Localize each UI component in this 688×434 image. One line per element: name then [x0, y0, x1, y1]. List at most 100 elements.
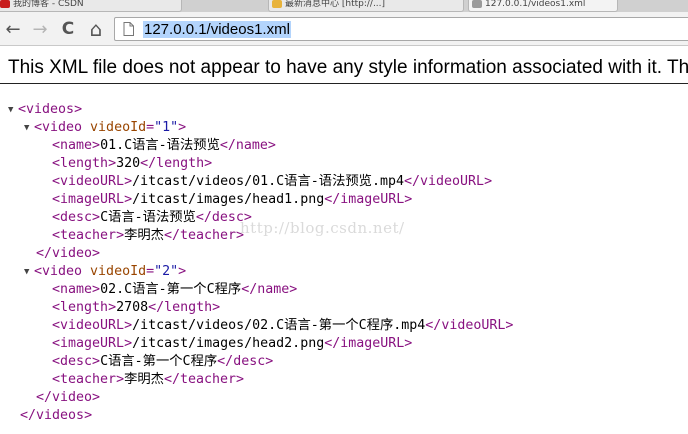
node-text: 02.C语言-第一个C程序: [100, 282, 242, 297]
browser-tab[interactable]: 最新消息中心 [http://...]: [268, 0, 464, 12]
xml-token: 1: [162, 120, 171, 135]
node-text: /itcast/images/head2.png: [132, 336, 325, 351]
open-tag: <videos>: [18, 102, 83, 117]
xml-token: videos: [26, 102, 75, 117]
node-text: 01.C语言-语法预览: [100, 138, 220, 153]
back-arrow-icon: ←: [5, 18, 21, 40]
xml-info-text: This XML file does not appear to have an…: [8, 57, 688, 78]
xml-token: name: [60, 282, 93, 297]
xml-token: name: [257, 282, 290, 297]
collapse-toggle-icon[interactable]: ▼: [24, 119, 34, 137]
xml-close-video: </video>: [36, 245, 100, 263]
xml-tag: <length>: [52, 300, 117, 315]
browser-tab-active[interactable]: 127.0.0.1/videos1.xml: [468, 0, 618, 12]
xml-tag: <videoURL>: [52, 174, 133, 189]
xml-field-videoURL: <videoURL>/itcast/videos/02.C语言-第一个C程序.m…: [52, 317, 513, 335]
xml-tag: </imageURL>: [324, 336, 413, 351]
xml-tag: </teacher>: [163, 372, 245, 387]
xml-token: imageURL: [60, 192, 125, 207]
xml-token: videoURL: [420, 174, 485, 189]
xml-field-imageURL: <imageURL>/itcast/images/head1.png</imag…: [52, 191, 412, 209]
xml-token: desc: [60, 354, 93, 369]
xml-tag: </length>: [148, 300, 221, 315]
node-text: /itcast/videos/01.C语言-语法预览.mp4: [132, 174, 404, 189]
xml-tag: </length>: [140, 156, 213, 171]
xml-token: length: [156, 156, 205, 171]
xml-tag: </desc>: [195, 210, 252, 225]
xml-token: desc: [60, 210, 93, 225]
xml-node-videos[interactable]: ▼ <videos>: [8, 101, 82, 119]
xml-tag: <length>: [52, 156, 117, 171]
xml-attr-name: videoId: [90, 264, 147, 279]
node-text: 李明杰: [124, 228, 164, 243]
page-icon: [123, 22, 134, 36]
xml-field-teacher: <teacher>李明杰</teacher>: [52, 227, 244, 245]
xml-tag: <name>: [52, 282, 101, 297]
xml-info-bar: This XML file does not appear to have an…: [0, 56, 688, 84]
page-favicon-icon: [472, 0, 482, 8]
xml-token: teacher: [179, 228, 237, 243]
collapse-toggle-icon[interactable]: ▼: [24, 263, 34, 281]
address-bar[interactable]: 127.0.0.1/videos1.xml: [114, 17, 688, 41]
xml-close-videos: </videos>: [20, 407, 92, 425]
reload-icon: C: [61, 19, 75, 39]
xml-tag: </name>: [219, 138, 276, 153]
xml-token: imageURL: [60, 336, 125, 351]
xml-node-video[interactable]: ▼ <video videoId="1">: [24, 119, 186, 137]
xml-tag: </desc>: [217, 354, 274, 369]
xml-attr-name: videoId: [90, 120, 147, 135]
url-text[interactable]: 127.0.0.1/videos1.xml: [143, 21, 291, 38]
xml-token: 2: [162, 264, 171, 279]
node-text: 2708: [116, 300, 149, 315]
xml-token: videos: [36, 408, 85, 423]
xml-token: imageURL: [340, 192, 405, 207]
csdn-favicon-icon: [0, 0, 10, 8]
xml-attr-value: "2": [154, 264, 179, 279]
xml-token: desc: [211, 210, 244, 225]
xml-token: name: [235, 138, 268, 153]
watermark: http://blog.csdn.net/: [240, 219, 405, 237]
xml-field-imageURL: <imageURL>/itcast/images/head2.png</imag…: [52, 335, 412, 353]
xml-tag: >: [178, 264, 187, 279]
xml-field-teacher: <teacher>李明杰</teacher>: [52, 371, 244, 389]
back-button[interactable]: ←: [2, 18, 24, 40]
xml-tag: </videoURL>: [404, 174, 493, 189]
xml-tag: <teacher>: [52, 228, 125, 243]
xml-tag: =: [146, 264, 155, 279]
folder-favicon-icon: [272, 0, 282, 8]
xml-tag: </videoURL>: [425, 318, 514, 333]
xml-field-desc: <desc>C语言-语法预览</desc>: [52, 209, 252, 227]
home-button[interactable]: ⌂: [85, 17, 107, 41]
xml-node-video[interactable]: ▼ <video videoId="2">: [24, 263, 186, 281]
xml-attr-value: "1": [154, 120, 179, 135]
xml-tag: </video>: [36, 390, 101, 405]
xml-token: videoURL: [60, 318, 125, 333]
reload-button[interactable]: C: [57, 18, 79, 40]
xml-tag: =: [146, 120, 155, 135]
xml-tag: <videoURL>: [52, 318, 133, 333]
xml-token: videoURL: [441, 318, 506, 333]
xml-tag: <desc>: [52, 210, 101, 225]
forward-button[interactable]: →: [29, 18, 51, 40]
xml-token: length: [60, 156, 109, 171]
collapse-toggle-icon[interactable]: ▼: [8, 101, 18, 119]
node-text: C语言-第一个C程序: [100, 354, 218, 369]
xml-token: imageURL: [340, 336, 405, 351]
xml-close-video: </video>: [36, 389, 100, 407]
xml-token: videoURL: [60, 174, 125, 189]
xml-tag: </videos>: [20, 408, 93, 423]
xml-tag: <imageURL>: [52, 336, 133, 351]
tab-title: 我的博客 - CSDN: [13, 0, 84, 9]
xml-tag: <name>: [52, 138, 101, 153]
browser-tab[interactable]: 我的博客 - CSDN: [0, 0, 182, 12]
node-text: C语言-语法预览: [100, 210, 196, 225]
xml-token: length: [60, 300, 109, 315]
xml-token: desc: [233, 354, 266, 369]
xml-token: teacher: [60, 228, 117, 243]
xml-tag: </imageURL>: [324, 192, 413, 207]
node-text: 320: [116, 156, 141, 171]
xml-tag: </video>: [36, 246, 101, 261]
xml-field-videoURL: <videoURL>/itcast/videos/01.C语言-语法预览.mp4…: [52, 173, 492, 191]
xml-token: teacher: [179, 372, 237, 387]
xml-field-length: <length>320</length>: [52, 155, 212, 173]
